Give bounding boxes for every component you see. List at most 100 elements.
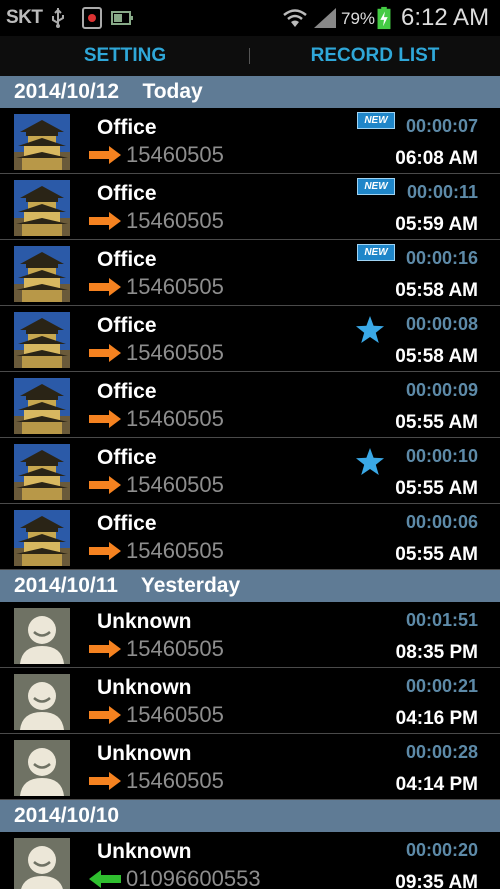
contact-photo-building — [14, 510, 70, 566]
contact-avatar — [14, 608, 70, 664]
phone-number: 15460505 — [126, 142, 224, 167]
star-icon[interactable] — [355, 448, 385, 476]
record-row[interactable]: Unknown 15460505 00:00:21 04:16 PM — [0, 668, 500, 734]
phone-number: 15460505 — [126, 274, 224, 299]
outgoing-arrow-icon — [89, 772, 121, 790]
contact-photo-building — [14, 180, 70, 236]
record-time: 05:55 AM — [395, 478, 478, 499]
outgoing-arrow-icon — [89, 706, 121, 724]
phone-number: 15460505 — [126, 636, 224, 661]
outgoing-arrow-icon — [89, 212, 121, 230]
contact-name: Unknown — [97, 742, 192, 765]
record-row[interactable]: Office 15460505 00:00:06 05:55 AM — [0, 504, 500, 570]
outgoing-arrow-icon — [89, 640, 121, 658]
usb-icon — [52, 8, 64, 28]
status-bar: SKT 79% 6:12 AM — [0, 0, 500, 36]
contact-avatar — [14, 180, 70, 236]
record-duration: 00:00:16 — [405, 248, 478, 268]
contact-photo-default — [14, 674, 70, 730]
contact-name: Unknown — [97, 840, 192, 863]
contact-avatar — [14, 510, 70, 566]
star-icon[interactable] — [355, 316, 385, 344]
record-time: 09:35 AM — [395, 872, 478, 889]
record-row[interactable]: Office 15460505 00:00:10 05:55 AM — [0, 438, 500, 504]
record-duration: 00:00:20 — [405, 840, 478, 860]
contact-photo-building — [14, 444, 70, 500]
record-time: 08:35 PM — [395, 642, 478, 663]
record-time: 04:14 PM — [395, 774, 478, 795]
incoming-arrow-icon — [89, 870, 121, 888]
phone-number: 15460505 — [126, 472, 224, 497]
new-badge-icon: NEW — [357, 244, 395, 261]
contact-avatar — [14, 312, 70, 368]
record-duration: 00:00:06 — [405, 512, 478, 532]
record-duration: 00:00:09 — [405, 380, 478, 400]
record-duration: 00:00:21 — [405, 676, 478, 696]
record-time: 05:55 AM — [395, 544, 478, 565]
record-row[interactable]: Office 15460505 NEW 00:00:07 06:08 AM — [0, 108, 500, 174]
contact-name: Office — [97, 380, 157, 403]
contact-photo-building — [14, 312, 70, 368]
record-time: 04:16 PM — [395, 708, 478, 729]
phone-number: 15460505 — [126, 406, 224, 431]
contact-avatar — [14, 740, 70, 796]
contact-avatar — [14, 838, 70, 889]
record-time: 06:08 AM — [395, 148, 478, 169]
outgoing-arrow-icon — [89, 476, 121, 494]
record-duration: 00:00:08 — [405, 314, 478, 334]
record-duration: 00:01:51 — [405, 610, 478, 630]
contact-name: Office — [97, 116, 157, 139]
record-row[interactable]: Unknown 01096600553 00:00:20 09:35 AM — [0, 832, 500, 889]
contact-name: Unknown — [97, 676, 192, 699]
tab-record-list[interactable]: RECORD LIST — [250, 36, 500, 76]
contact-name: Office — [97, 446, 157, 469]
record-row[interactable]: Office 15460505 00:00:08 05:58 AM — [0, 306, 500, 372]
call-record-icon — [82, 7, 102, 29]
phone-number: 15460505 — [126, 702, 224, 727]
contact-name: Office — [97, 314, 157, 337]
record-row[interactable]: Office 15460505 00:00:09 05:55 AM — [0, 372, 500, 438]
clock: 6:12 AM — [401, 4, 490, 31]
record-row[interactable]: Unknown 15460505 00:01:51 08:35 PM — [0, 602, 500, 668]
contact-photo-default — [14, 740, 70, 796]
date-section-header: 2014/10/11 Yesterday — [0, 570, 500, 602]
outgoing-arrow-icon — [89, 278, 121, 296]
contact-photo-building — [14, 114, 70, 170]
contact-photo-default — [14, 838, 70, 889]
record-duration: 00:00:28 — [405, 742, 478, 762]
contact-name: Office — [97, 182, 157, 205]
record-duration: 00:00:11 — [406, 182, 478, 202]
record-time: 05:58 AM — [395, 346, 478, 367]
contact-avatar — [14, 246, 70, 302]
date-section-header: 2014/10/10 — [0, 800, 500, 832]
record-duration: 00:00:07 — [405, 116, 478, 136]
tab-setting[interactable]: SETTING — [0, 36, 250, 76]
new-badge-icon: NEW — [357, 112, 395, 129]
phone-number: 01096600553 — [126, 866, 261, 889]
signal-icon — [314, 8, 336, 28]
contact-avatar — [14, 444, 70, 500]
contact-avatar — [14, 378, 70, 434]
outgoing-arrow-icon — [89, 344, 121, 362]
battery-charging-icon — [377, 6, 391, 30]
phone-number: 15460505 — [126, 538, 224, 563]
record-list[interactable]: 2014/10/12 Today Office 15460505 NEW 00:00:0… — [0, 76, 500, 889]
record-row[interactable]: Office 15460505 NEW 00:00:16 05:58 AM — [0, 240, 500, 306]
contact-photo-building — [14, 378, 70, 434]
new-badge-icon: NEW — [357, 178, 395, 195]
record-row[interactable]: Office 15460505 NEW 00:00:11 05:59 AM — [0, 174, 500, 240]
wifi-icon — [283, 9, 307, 27]
phone-number: 15460505 — [126, 340, 224, 365]
record-row[interactable]: Unknown 15460505 00:00:28 04:14 PM — [0, 734, 500, 800]
contact-avatar — [14, 114, 70, 170]
date-section-header: 2014/10/12 Today — [0, 76, 500, 108]
phone-number: 15460505 — [126, 768, 224, 793]
record-duration: 00:00:10 — [405, 446, 478, 466]
carrier-label: SKT — [6, 7, 43, 28]
record-time: 05:58 AM — [395, 280, 478, 301]
record-time: 05:59 AM — [395, 214, 478, 235]
outgoing-arrow-icon — [89, 542, 121, 560]
contact-name: Office — [97, 248, 157, 271]
contact-name: Unknown — [97, 610, 192, 633]
outgoing-arrow-icon — [89, 146, 121, 164]
